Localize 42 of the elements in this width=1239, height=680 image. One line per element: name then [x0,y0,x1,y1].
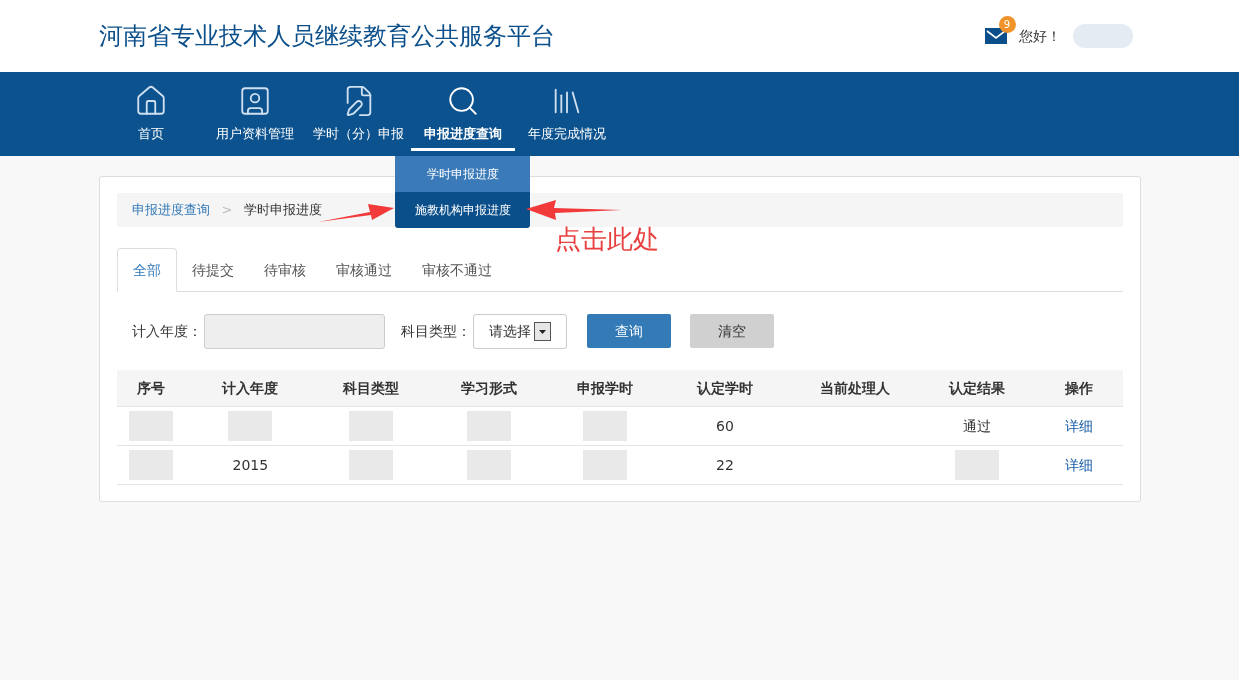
nav-item[interactable]: 首页 [98,72,203,156]
column-header: 操作 [1063,378,1094,398]
site-title: 河南省专业技术人员继续教育公共服务平台 [98,21,555,52]
column-header: 序号 [136,378,167,398]
redaction-blur [1072,24,1133,48]
nav-item[interactable]: 学时（分）申报 [306,72,411,156]
query-button[interactable]: 查询 [586,314,671,348]
annotation-text: 点击此处 [555,223,659,256]
dropdown-item[interactable]: 施教机构申报进度 [395,192,530,228]
column-header: 计入年度 [220,378,280,398]
subject-label: 科目类型： [400,321,471,341]
clear-button[interactable]: 清空 [689,314,774,348]
dropdown-item[interactable]: 学时申报进度 [395,156,530,192]
mail-icon[interactable] [984,28,1007,44]
column-header: 认定学时 [695,378,754,398]
tab[interactable]: 待提交 [176,248,249,292]
year-field[interactable] [203,313,385,349]
nav-item[interactable]: 申报进度查询 [410,72,515,156]
breadcrumb-link[interactable]: 申报进度查询 [131,200,210,220]
column-header: 认定结果 [947,378,1007,398]
table-cell-text: 60 [716,416,734,436]
details-link[interactable]: 详细 [1064,454,1093,476]
notification-badge: 9 [998,16,1016,33]
column-header: 申报学时 [576,378,634,398]
column-header: 学习形式 [459,378,518,398]
column-header: 当前处理人 [818,378,891,398]
tab[interactable]: 待审核 [248,248,321,292]
column-header: 科目类型 [341,378,400,398]
tab[interactable]: 全部 [116,248,177,292]
tab[interactable]: 审核不通过 [406,248,507,292]
breadcrumb-current: 学时申报进度 [244,201,323,220]
year-label: 计入年度： [131,321,202,341]
table-cell-text: 通过 [963,416,992,436]
greeting: 您好！ [1018,26,1061,46]
breadcrumb-separator: > [221,201,233,220]
nav-item[interactable]: 年度完成情况 [514,72,619,156]
table-cell-text: 22 [716,455,734,475]
details-link[interactable]: 详细 [1064,415,1093,437]
table-cell-text: 2015 [232,455,269,475]
tab[interactable]: 审核通过 [320,248,407,292]
subject-select[interactable]: 请选择 [472,313,567,349]
nav-item[interactable]: 用户资料管理 [202,72,307,156]
